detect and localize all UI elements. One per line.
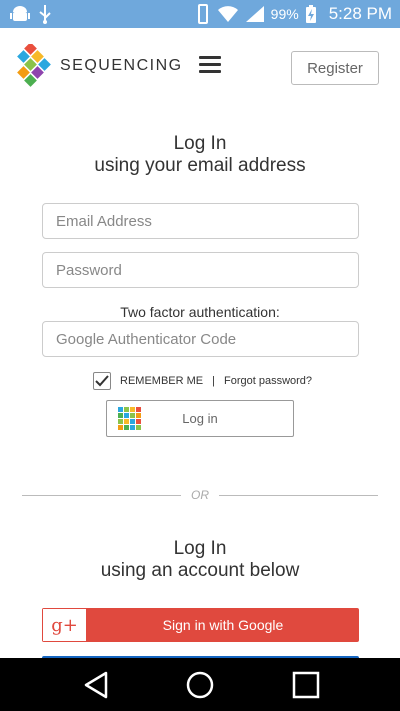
email-login-title: Log In [173,133,227,154]
status-bar: 99% 5:28 PM [0,0,400,28]
account-login-subtitle: using an account below [100,560,300,581]
vibrate-icon [197,4,208,24]
email-field[interactable] [42,203,359,239]
battery-percent: 99% [270,6,299,22]
google-signin-button[interactable]: g+ Sign in with Google [42,608,359,642]
wifi-icon [217,6,238,22]
brand-name: SEQUENCING [60,57,183,74]
home-icon[interactable] [185,670,215,700]
hamburger-icon[interactable] [199,56,221,74]
separator: | [212,375,215,387]
or-divider: OR [22,487,378,503]
login-button[interactable]: Log in [106,400,294,437]
signal-icon [245,6,264,22]
password-field[interactable] [42,252,359,288]
usb-icon [39,5,51,24]
android-debug-icon [10,6,30,21]
google-plus-icon: g+ [42,608,87,642]
navigation-bar [0,658,400,711]
header: SEQUENCING Register [0,28,400,108]
google-signin-label: Sign in with Google [162,617,284,633]
login-button-label: Log in [182,411,218,426]
divider-line [22,494,181,496]
remember-me-checkbox[interactable] [93,372,111,390]
or-text: OR [191,488,209,502]
sequencing-logo [17,44,51,87]
back-icon[interactable] [82,670,112,700]
divider-line [219,494,378,496]
remember-row: REMEMBER ME | Forgot password? [93,372,312,390]
clock: 5:28 PM [328,4,392,23]
account-login-title: Log In [173,538,227,559]
email-login-subtitle: using your email address [94,155,306,176]
recent-apps-icon[interactable] [291,670,321,700]
authenticator-code-field[interactable] [42,321,359,357]
forgot-password-link[interactable]: Forgot password? [224,375,312,387]
remember-me-label[interactable]: REMEMBER ME [120,375,203,387]
battery-charging-icon [305,5,316,23]
checkmark-icon [95,375,109,387]
register-button[interactable]: Register [291,51,379,85]
tfa-label: Two factor authentication: [120,304,280,320]
